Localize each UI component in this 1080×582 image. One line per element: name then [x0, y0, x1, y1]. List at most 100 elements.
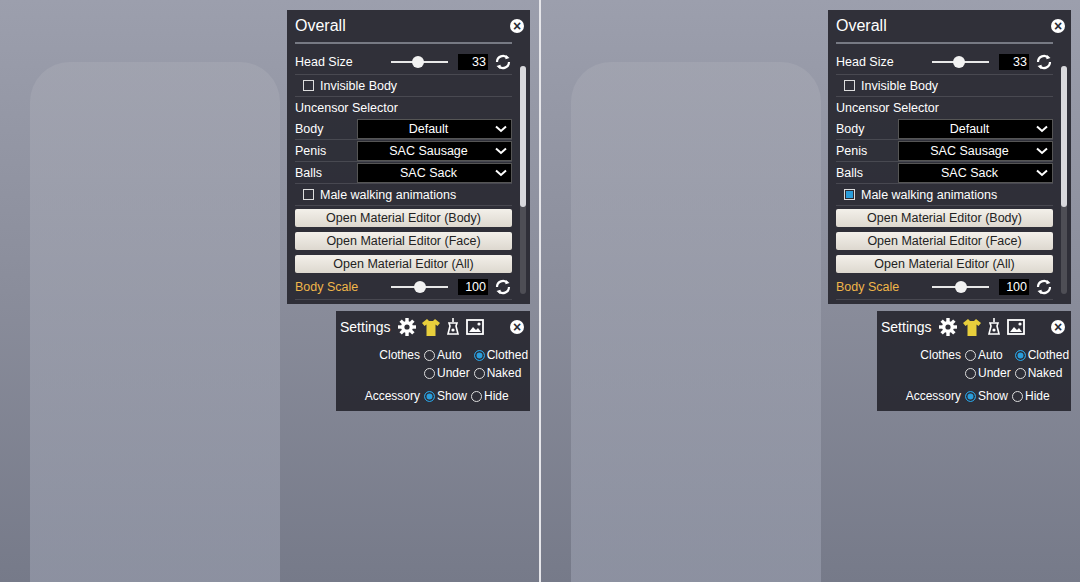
dropdown[interactable]: SAC Sausage — [357, 141, 512, 161]
reset-icon[interactable] — [494, 54, 512, 70]
dropdown-value: SAC Sack — [903, 166, 1036, 180]
close-button[interactable]: × — [510, 19, 524, 33]
checkbox-row[interactable]: Male walking animations — [836, 184, 1053, 206]
radio-label: Naked — [487, 365, 522, 382]
value-field[interactable]: 100 — [999, 279, 1029, 295]
dropdown[interactable]: SAC Sack — [357, 163, 512, 183]
settings-tab[interactable] — [397, 317, 417, 337]
group-label: Accessory — [340, 388, 420, 405]
radio-label: Clothed — [1028, 347, 1069, 364]
dropdown[interactable]: Default — [357, 119, 512, 139]
radio-option[interactable]: Auto — [424, 347, 470, 364]
checkbox[interactable] — [844, 189, 855, 200]
slider-row: Body Scale100 — [836, 275, 1053, 300]
close-button[interactable]: × — [1051, 19, 1065, 33]
slider-knob[interactable] — [955, 281, 967, 293]
dropdown[interactable]: Default — [898, 119, 1053, 139]
checkbox-row[interactable]: Male walking animations — [295, 184, 512, 206]
material-editor-button[interactable]: Open Material Editor (Face) — [295, 232, 512, 250]
slider-track[interactable] — [932, 61, 989, 63]
section-heading: Uncensor Selector — [836, 97, 1053, 118]
radio-option[interactable]: Naked — [474, 365, 528, 382]
radio-button[interactable] — [471, 391, 482, 402]
radio-button[interactable] — [424, 391, 435, 402]
radio-group: AccessoryShow Hide — [881, 388, 1065, 405]
dropdown-value: Default — [362, 122, 495, 136]
value-field[interactable]: 100 — [458, 279, 488, 295]
dropdown-label: Body — [836, 122, 894, 136]
reset-icon[interactable] — [1035, 279, 1053, 295]
radio-option[interactable]: Hide — [471, 388, 509, 405]
radio-button[interactable] — [965, 350, 976, 361]
radio-button[interactable] — [965, 368, 976, 379]
gear-icon — [397, 317, 417, 337]
radio-option[interactable]: Hide — [1012, 388, 1050, 405]
dropdown-value: SAC Sack — [362, 166, 495, 180]
dropdown-label: Penis — [295, 144, 353, 158]
scrollbar[interactable] — [520, 66, 526, 294]
close-button[interactable]: × — [1051, 320, 1065, 334]
button-row: Open Material Editor (Face) — [836, 229, 1053, 252]
reset-icon[interactable] — [1035, 54, 1053, 70]
material-editor-button[interactable]: Open Material Editor (Face) — [836, 232, 1053, 250]
scrollbar-thumb[interactable] — [520, 66, 526, 207]
checkbox-row[interactable]: Invisible Body — [295, 75, 512, 97]
radio-option[interactable]: Auto — [965, 347, 1011, 364]
slider-knob[interactable] — [412, 56, 424, 68]
settings-tab[interactable] — [986, 317, 1002, 337]
radio-button[interactable] — [1012, 391, 1023, 402]
radio-button[interactable] — [965, 391, 976, 402]
material-editor-button[interactable]: Open Material Editor (Body) — [295, 209, 512, 227]
dropdown-value: SAC Sausage — [362, 144, 495, 158]
radio-option[interactable]: Under — [965, 365, 1011, 382]
checkbox[interactable] — [303, 189, 314, 200]
slider-label: Body Scale — [295, 280, 381, 294]
close-button[interactable]: × — [510, 320, 524, 334]
slider-knob[interactable] — [953, 56, 965, 68]
material-editor-button[interactable]: Open Material Editor (All) — [295, 255, 512, 273]
material-editor-button[interactable]: Open Material Editor (Body) — [836, 209, 1053, 227]
group-label: Accessory — [881, 388, 961, 405]
reset-icon[interactable] — [494, 279, 512, 295]
dropdown[interactable]: SAC Sausage — [898, 141, 1053, 161]
settings-tab[interactable] — [421, 317, 441, 337]
radio-button[interactable] — [424, 368, 435, 379]
screenshot: Overall×Head Size33Invisible BodyUncenso… — [0, 0, 1080, 582]
checkbox[interactable] — [844, 80, 855, 91]
settings-tab[interactable] — [1006, 317, 1026, 337]
radio-button[interactable] — [424, 350, 435, 361]
checkbox-row[interactable]: Invisible Body — [836, 75, 1053, 97]
scrollbar-thumb[interactable] — [1061, 66, 1067, 207]
value-field[interactable]: 33 — [999, 54, 1029, 70]
settings-tab[interactable] — [962, 317, 982, 337]
slider-track[interactable] — [932, 286, 989, 288]
radio-option[interactable]: Naked — [1015, 365, 1069, 382]
settings-tab[interactable] — [445, 317, 461, 337]
overall-panel: Overall×Head Size33Invisible BodyUncenso… — [828, 10, 1071, 304]
radio-option[interactable]: Show — [965, 388, 1008, 405]
checkbox[interactable] — [303, 80, 314, 91]
radio-option[interactable]: Show — [424, 388, 467, 405]
radio-option[interactable]: Clothed — [1015, 347, 1069, 364]
radio-button[interactable] — [1015, 368, 1026, 379]
settings-tab[interactable] — [465, 317, 485, 337]
slider-track[interactable] — [391, 61, 448, 63]
slider-knob[interactable] — [414, 281, 426, 293]
value-field[interactable]: 33 — [458, 54, 488, 70]
checkbox-label: Invisible Body — [861, 79, 938, 93]
dropdown[interactable]: SAC Sack — [898, 163, 1053, 183]
radio-button[interactable] — [474, 368, 485, 379]
radio-option[interactable]: Clothed — [474, 347, 528, 364]
editor-view: Overall×Head Size33Invisible BodyUncenso… — [0, 0, 539, 582]
material-editor-button[interactable]: Open Material Editor (All) — [836, 255, 1053, 273]
settings-tab[interactable] — [938, 317, 958, 337]
radio-button[interactable] — [1015, 350, 1026, 361]
radio-button[interactable] — [474, 350, 485, 361]
radio-label: Hide — [1025, 388, 1050, 405]
scrollbar[interactable] — [1061, 66, 1067, 294]
radio-option[interactable]: Under — [424, 365, 470, 382]
slider-track[interactable] — [391, 286, 448, 288]
image-icon — [465, 317, 485, 337]
character-render — [30, 62, 280, 582]
separator — [295, 42, 512, 44]
